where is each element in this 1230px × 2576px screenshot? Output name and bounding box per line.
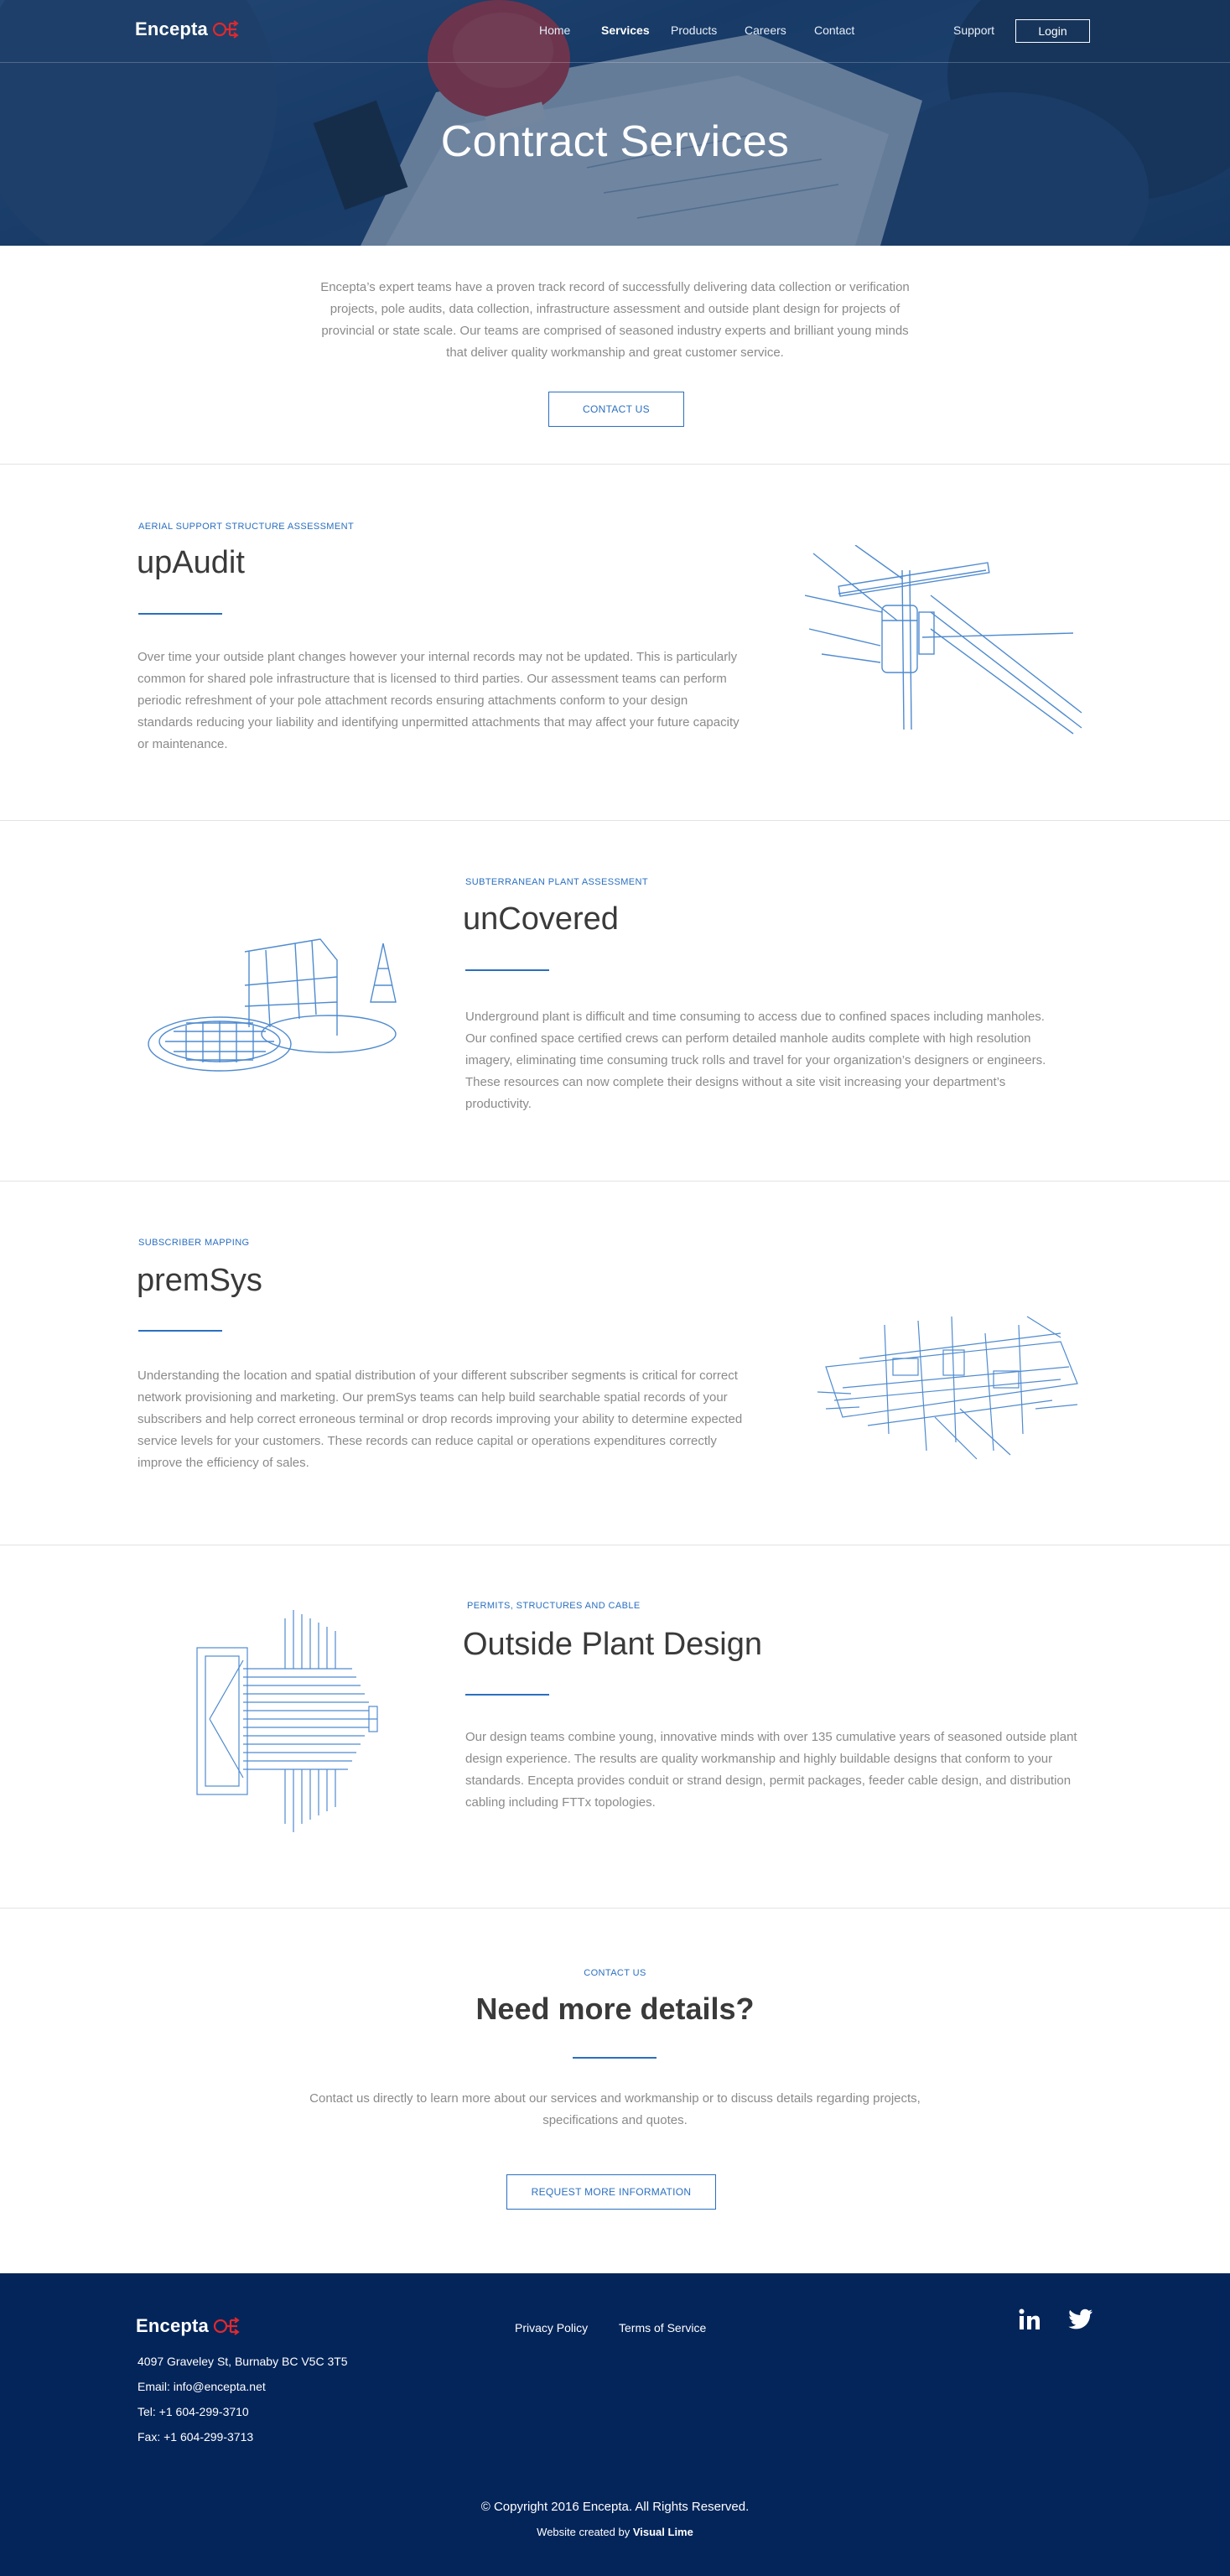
accent-line — [465, 969, 549, 971]
footer-fax: Fax: +1 604-299-3713 — [138, 2430, 254, 2444]
page-title: Contract Services — [440, 117, 790, 166]
service-description: Underground plant is difficult and time … — [465, 1010, 1046, 1111]
twitter-icon[interactable] — [1068, 2309, 1093, 2330]
accent-line — [138, 1330, 222, 1332]
credit-prefix: Website created by — [537, 2526, 631, 2538]
footer-email[interactable]: Email: info@encepta.net — [138, 2380, 266, 2393]
footer-phone[interactable]: Tel: +1 604-299-3710 — [138, 2405, 249, 2418]
cable-design-icon — [196, 1610, 378, 1832]
request-info-button[interactable]: REQUEST MORE INFORMATION — [506, 2174, 716, 2210]
section-divider — [0, 820, 1230, 821]
service-description: Over time your outside plant changes how… — [138, 650, 740, 751]
service-eyebrow: SUBSCRIBER MAPPING — [138, 1238, 250, 1248]
contact-us-button[interactable]: CONTACT US — [548, 392, 684, 427]
logo-wordmark: Encepta — [135, 18, 208, 39]
service-eyebrow: AERIAL SUPPORT STRUCTURE ASSESSMENT — [138, 522, 355, 532]
section-divider — [0, 1181, 1230, 1182]
linkedin-icon[interactable] — [1019, 2309, 1041, 2330]
footer-logo[interactable]: Encepta — [136, 2314, 242, 2339]
logo-mark-icon — [213, 2317, 240, 2335]
nav-careers[interactable]: Careers — [745, 23, 786, 37]
service-title: unCovered — [463, 901, 619, 937]
nav-services[interactable]: Services — [601, 23, 650, 37]
top-navbar: Encepta Home Services Products Careers C… — [0, 0, 1230, 63]
utility-pole-icon — [805, 545, 1082, 735]
service-description: Understanding the location and spatial d… — [138, 1368, 743, 1470]
subscriber-map-icon — [817, 1316, 1078, 1460]
section-divider — [0, 464, 1230, 465]
nav-contact[interactable]: Contact — [814, 23, 854, 37]
credit-link[interactable]: Visual Lime — [633, 2526, 693, 2538]
service-eyebrow: PERMITS, STRUCTURES AND CABLE — [467, 1601, 641, 1611]
intro-paragraph: Encepta’s expert teams have a proven tra… — [320, 280, 910, 360]
service-eyebrow: SUBTERRANEAN PLANT ASSESSMENT — [465, 877, 649, 887]
service-title: Outside Plant Design — [463, 1627, 762, 1662]
copyright-text: © Copyright 2016 Encepta. All Rights Res… — [480, 2500, 750, 2514]
accent-line — [138, 613, 222, 615]
logo-mark-icon — [212, 20, 239, 39]
accent-line — [465, 1694, 549, 1696]
nav-support[interactable]: Support — [953, 23, 994, 37]
privacy-policy-link[interactable]: Privacy Policy — [515, 2321, 588, 2334]
site-logo[interactable]: Encepta — [135, 17, 241, 42]
footer-address: 4097 Graveley St, Burnaby BC V5C 3T5 — [138, 2355, 348, 2368]
cta-title: Need more details? — [475, 1992, 755, 2026]
section-divider — [0, 1908, 1230, 1909]
hero-banner: Encepta Home Services Products Careers C… — [0, 0, 1230, 246]
accent-line — [573, 2057, 657, 2059]
nav-products[interactable]: Products — [671, 23, 717, 37]
logo-wordmark: Encepta — [136, 2315, 209, 2336]
manhole-icon — [148, 938, 397, 1072]
terms-of-service-link[interactable]: Terms of Service — [619, 2321, 706, 2334]
service-title: upAudit — [137, 545, 245, 580]
cta-paragraph: Contact us directly to learn more about … — [309, 2091, 921, 2127]
site-credit: Website created by Visual Lime — [0, 2526, 1230, 2538]
nav-home[interactable]: Home — [539, 23, 570, 37]
cta-eyebrow: CONTACT US — [584, 1968, 646, 1978]
login-button[interactable]: Login — [1015, 19, 1090, 43]
service-title: premSys — [137, 1263, 262, 1298]
service-description: Our design teams combine young, innovati… — [465, 1730, 1077, 1810]
